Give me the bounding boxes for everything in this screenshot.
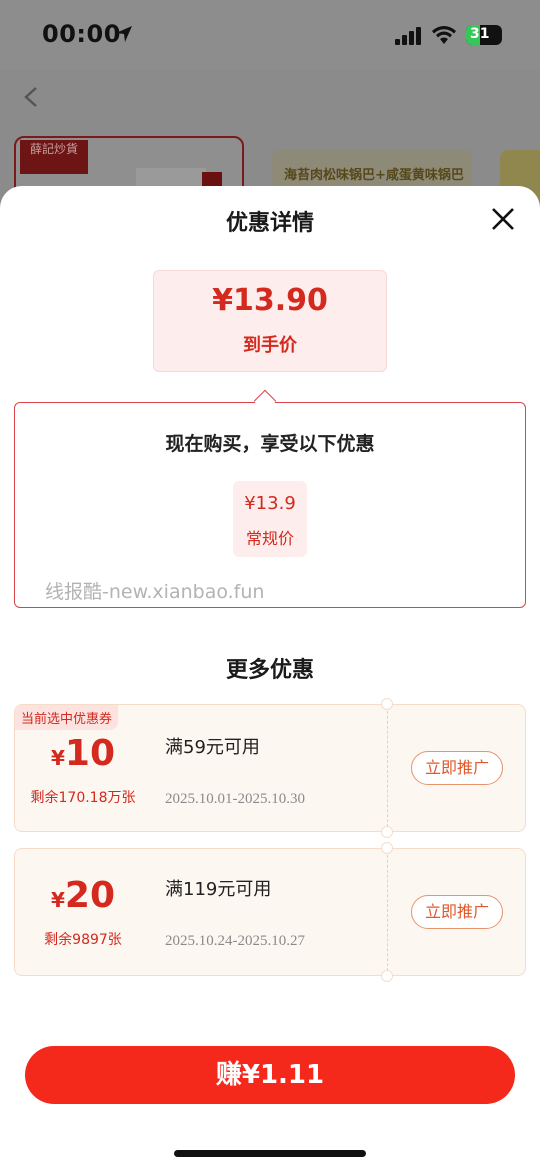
watermark-text: 线报酷-new.xianbao.fun	[45, 581, 265, 603]
regular-price-label: 常规价	[245, 529, 294, 548]
promote-now-button[interactable]: 立即推广	[411, 751, 503, 785]
coupon-remaining: 剩余170.18万张	[30, 790, 136, 806]
coupon-amount: ¥10	[15, 733, 151, 774]
selected-coupon-tag: 当前选中优惠券	[15, 705, 119, 730]
more-discounts-title: 更多优惠	[225, 658, 314, 683]
coupon-currency: ¥	[50, 746, 65, 770]
current-promo-box: 现在购买，享受以下优惠 ¥13.9 常规价 线报酷-new.xianbao.fu…	[14, 402, 526, 608]
regular-price-box: ¥13.9 常规价	[233, 481, 307, 557]
coupon-remaining: 剩余9897张	[44, 932, 122, 948]
status-bar: 00:00 31	[0, 0, 540, 70]
status-time: 00:00	[42, 20, 121, 48]
coupon-value: 10	[64, 733, 116, 774]
final-price-label: 到手价	[243, 335, 297, 356]
coupon-condition: 满119元可用	[165, 879, 272, 900]
coupon-currency: ¥	[50, 888, 65, 912]
close-icon[interactable]	[490, 206, 516, 232]
promo-title: 现在购买，享受以下优惠	[165, 433, 375, 455]
coupon-divider	[387, 711, 388, 827]
brand-logo: 薛記炒貨	[20, 140, 88, 174]
coupon-amount: ¥20	[15, 875, 151, 916]
coupon-value: 20	[64, 875, 116, 916]
wifi-icon	[432, 26, 456, 44]
sheet-title: 优惠详情	[225, 211, 314, 236]
product-banner-text: 海苔肉松味锅巴+咸蛋黄味锅巴	[284, 168, 464, 183]
coupon-divider	[387, 855, 388, 971]
earn-commission-button[interactable]: 赚¥1.11	[25, 1046, 515, 1104]
regular-price: ¥13.9	[244, 493, 296, 514]
coupon-validity: 2025.10.24-2025.10.27	[165, 933, 305, 949]
discount-details-sheet: 优惠详情 ¥13.90 到手价 现在购买，享受以下优惠 ¥13.9 常规价 线报…	[0, 186, 540, 1168]
coupon-condition: 满59元可用	[165, 737, 260, 758]
home-indicator[interactable]	[174, 1150, 366, 1157]
location-arrow-icon	[116, 26, 132, 42]
battery-level: 31	[470, 26, 490, 42]
coupon-card[interactable]: 当前选中优惠券 ¥10 剩余170.18万张 满59元可用 2025.10.01…	[14, 698, 526, 838]
final-price: ¥13.90	[212, 283, 328, 318]
final-price-box: ¥13.90 到手价	[153, 270, 387, 372]
cellular-signal-icon	[395, 27, 421, 45]
back-arrow-icon	[24, 87, 37, 107]
coupon-card[interactable]: ¥20 剩余9897张 满119元可用 2025.10.24-2025.10.2…	[14, 842, 526, 982]
coupon-validity: 2025.10.01-2025.10.30	[165, 791, 305, 807]
battery-icon: 31	[466, 25, 502, 45]
promote-now-button[interactable]: 立即推广	[411, 895, 503, 929]
background-page: 薛記炒貨 海苔肉松味锅巴+咸蛋黄味锅巴	[0, 70, 540, 216]
